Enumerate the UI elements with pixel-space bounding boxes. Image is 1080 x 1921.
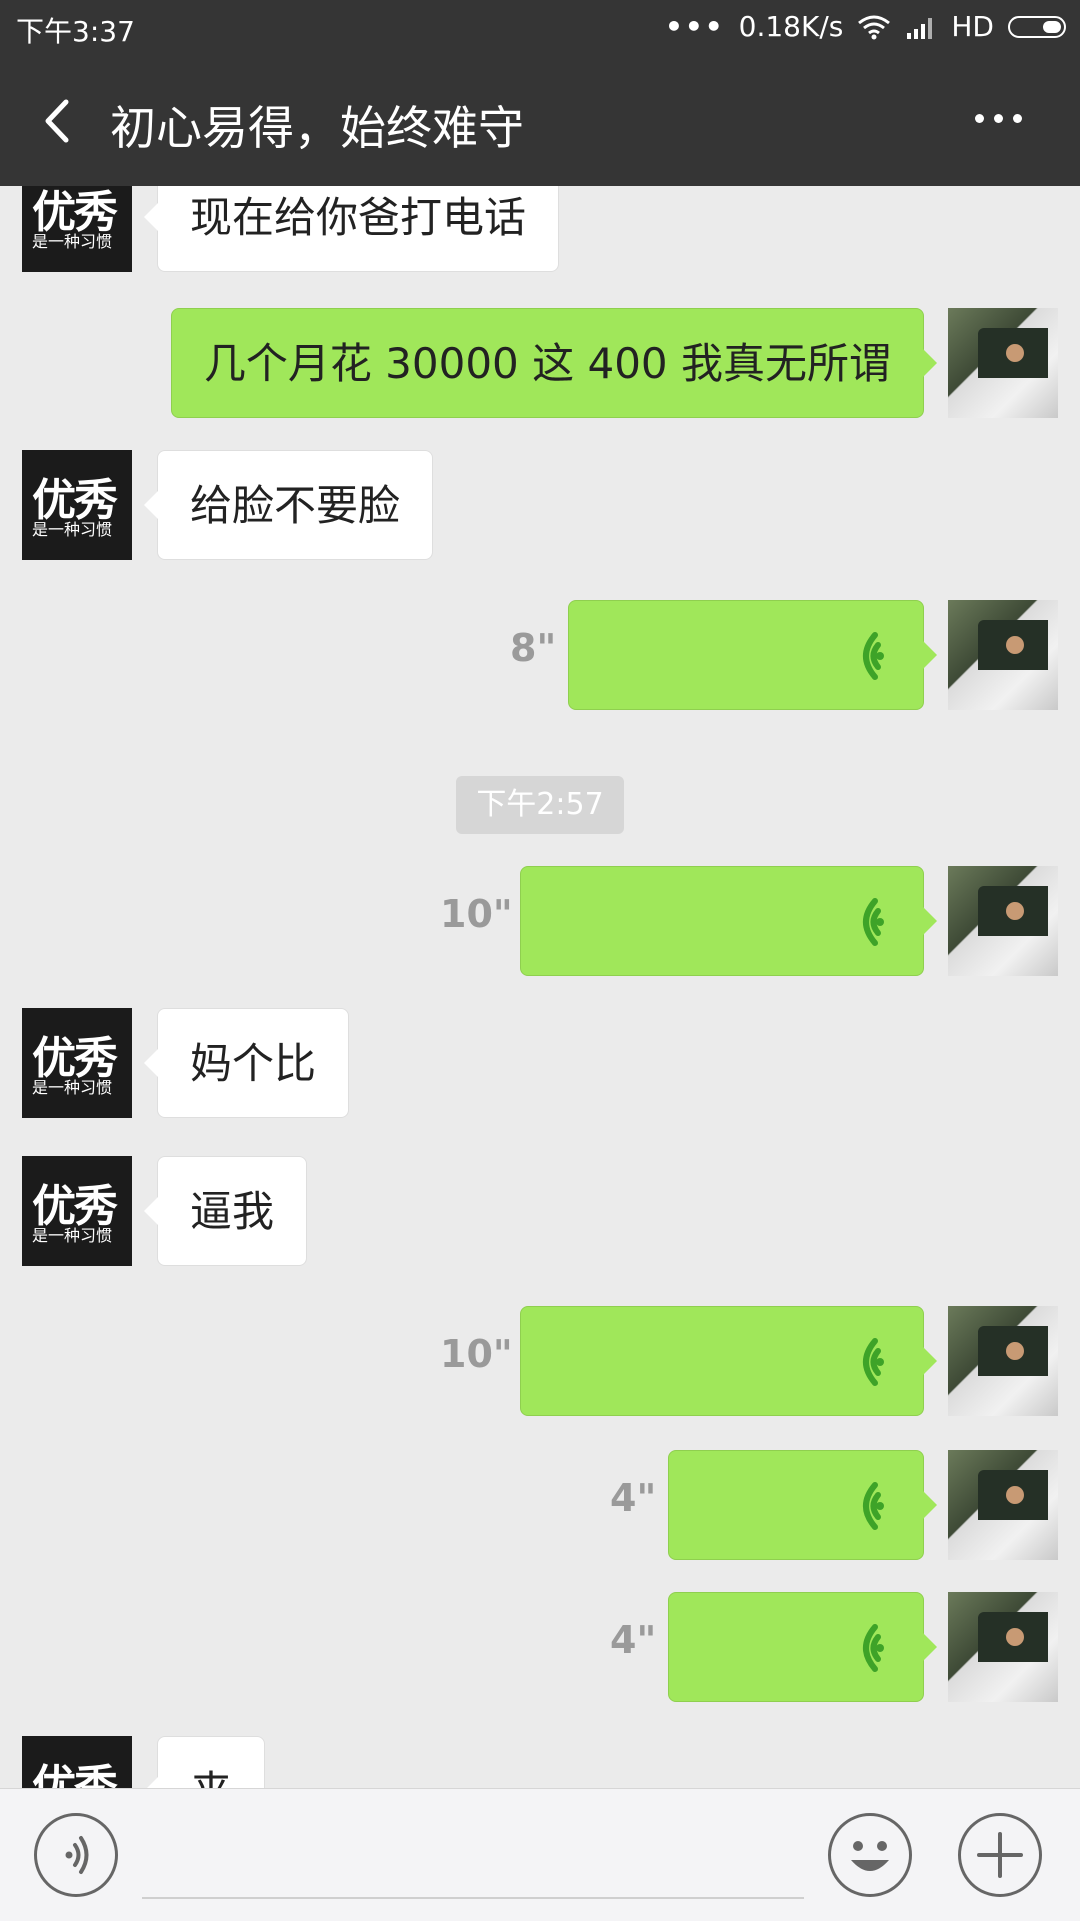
my-avatar[interactable]	[948, 866, 1058, 976]
voice-message-bubble[interactable]	[520, 1306, 937, 1416]
avatar-text: 优秀	[32, 1761, 118, 1788]
voice-wave-icon	[863, 1624, 884, 1672]
friend-avatar[interactable]: 优秀 是一种习惯	[22, 450, 132, 560]
avatar-face	[1006, 1486, 1024, 1504]
my-avatar[interactable]	[948, 308, 1058, 418]
message-bubble[interactable]: 来	[143, 1736, 266, 1788]
plus-icon	[977, 1832, 1023, 1878]
smiley-icon	[851, 1841, 889, 1871]
voice-duration: 4"	[610, 1476, 657, 1520]
dot	[1013, 114, 1022, 123]
emoji-button[interactable]	[828, 1813, 912, 1897]
friend-avatar[interactable]: 优秀 是一种习惯	[22, 1736, 132, 1788]
input-bar	[0, 1788, 1080, 1921]
back-arrow-icon[interactable]	[26, 86, 96, 156]
avatar-subtext: 是一种习惯	[32, 1226, 113, 1245]
timestamp-divider: 下午2:57	[456, 776, 624, 834]
avatar-face	[1006, 902, 1024, 920]
voice-wave-icon	[863, 898, 884, 946]
wifi-icon	[858, 15, 891, 39]
avatar-face	[1006, 344, 1024, 362]
friend-avatar[interactable]: 优秀 是一种习惯	[22, 1008, 132, 1118]
signal-icon	[907, 17, 933, 39]
battery-icon	[1008, 15, 1066, 38]
my-avatar[interactable]	[948, 1592, 1058, 1702]
voice-input-button[interactable]	[34, 1813, 118, 1897]
status-time: 下午3:37	[16, 15, 135, 48]
status-bar: 下午3:37 ••• 0.18K/s HD	[0, 0, 1080, 56]
my-avatar[interactable]	[948, 1450, 1058, 1560]
chat-title: 初心易得，始终难守	[110, 101, 524, 155]
status-right: ••• 0.18K/s HD	[665, 10, 1066, 43]
avatar-face	[1006, 1628, 1024, 1646]
message-bubble[interactable]: 几个月花 30000 这 400 我真无所谓	[170, 308, 938, 418]
voice-duration: 10"	[440, 1332, 513, 1376]
dot	[994, 114, 1003, 123]
voice-message-bubble[interactable]	[568, 600, 937, 710]
my-avatar[interactable]	[948, 1306, 1058, 1416]
message-list[interactable]: 优秀 是一种习惯 现在给你爸打电话 几个月花 30000 这 400 我真无所谓…	[0, 186, 1080, 1788]
friend-avatar[interactable]: 优秀 是一种习惯	[22, 186, 132, 272]
message-bubble[interactable]: 现在给你爸打电话	[143, 186, 560, 272]
message-input[interactable]	[142, 1897, 804, 1899]
avatar-face	[1006, 1342, 1024, 1360]
voice-duration: 4"	[610, 1618, 657, 1662]
voice-wave-icon	[863, 1482, 884, 1530]
friend-avatar[interactable]: 优秀 是一种习惯	[22, 1156, 132, 1266]
more-functions-button[interactable]	[958, 1813, 1042, 1897]
my-avatar[interactable]	[948, 600, 1058, 710]
hd-label: HD	[951, 10, 994, 43]
more-options-icon[interactable]	[970, 94, 1040, 144]
message-bubble[interactable]: 妈个比	[143, 1008, 350, 1118]
more-notifications-icon: •••	[664, 10, 725, 43]
avatar-subtext: 是一种习惯	[32, 232, 113, 251]
message-bubble[interactable]: 逼我	[143, 1156, 308, 1266]
avatar-face	[1006, 636, 1024, 654]
voice-message-bubble[interactable]	[668, 1592, 937, 1702]
voice-wave-icon	[863, 1338, 884, 1386]
message-bubble[interactable]: 给脸不要脸	[143, 450, 434, 560]
avatar-subtext: 是一种习惯	[32, 520, 113, 539]
voice-message-bubble[interactable]	[520, 866, 937, 976]
dot	[975, 114, 984, 123]
network-speed: 0.18K/s	[738, 10, 844, 43]
voice-duration: 8"	[510, 626, 557, 670]
voice-input-icon	[65, 1836, 89, 1874]
voice-duration: 10"	[440, 892, 513, 936]
chat-header: 初心易得，始终难守	[0, 56, 1080, 186]
avatar-subtext: 是一种习惯	[32, 1078, 113, 1097]
voice-message-bubble[interactable]	[668, 1450, 937, 1560]
voice-wave-icon	[863, 632, 884, 680]
